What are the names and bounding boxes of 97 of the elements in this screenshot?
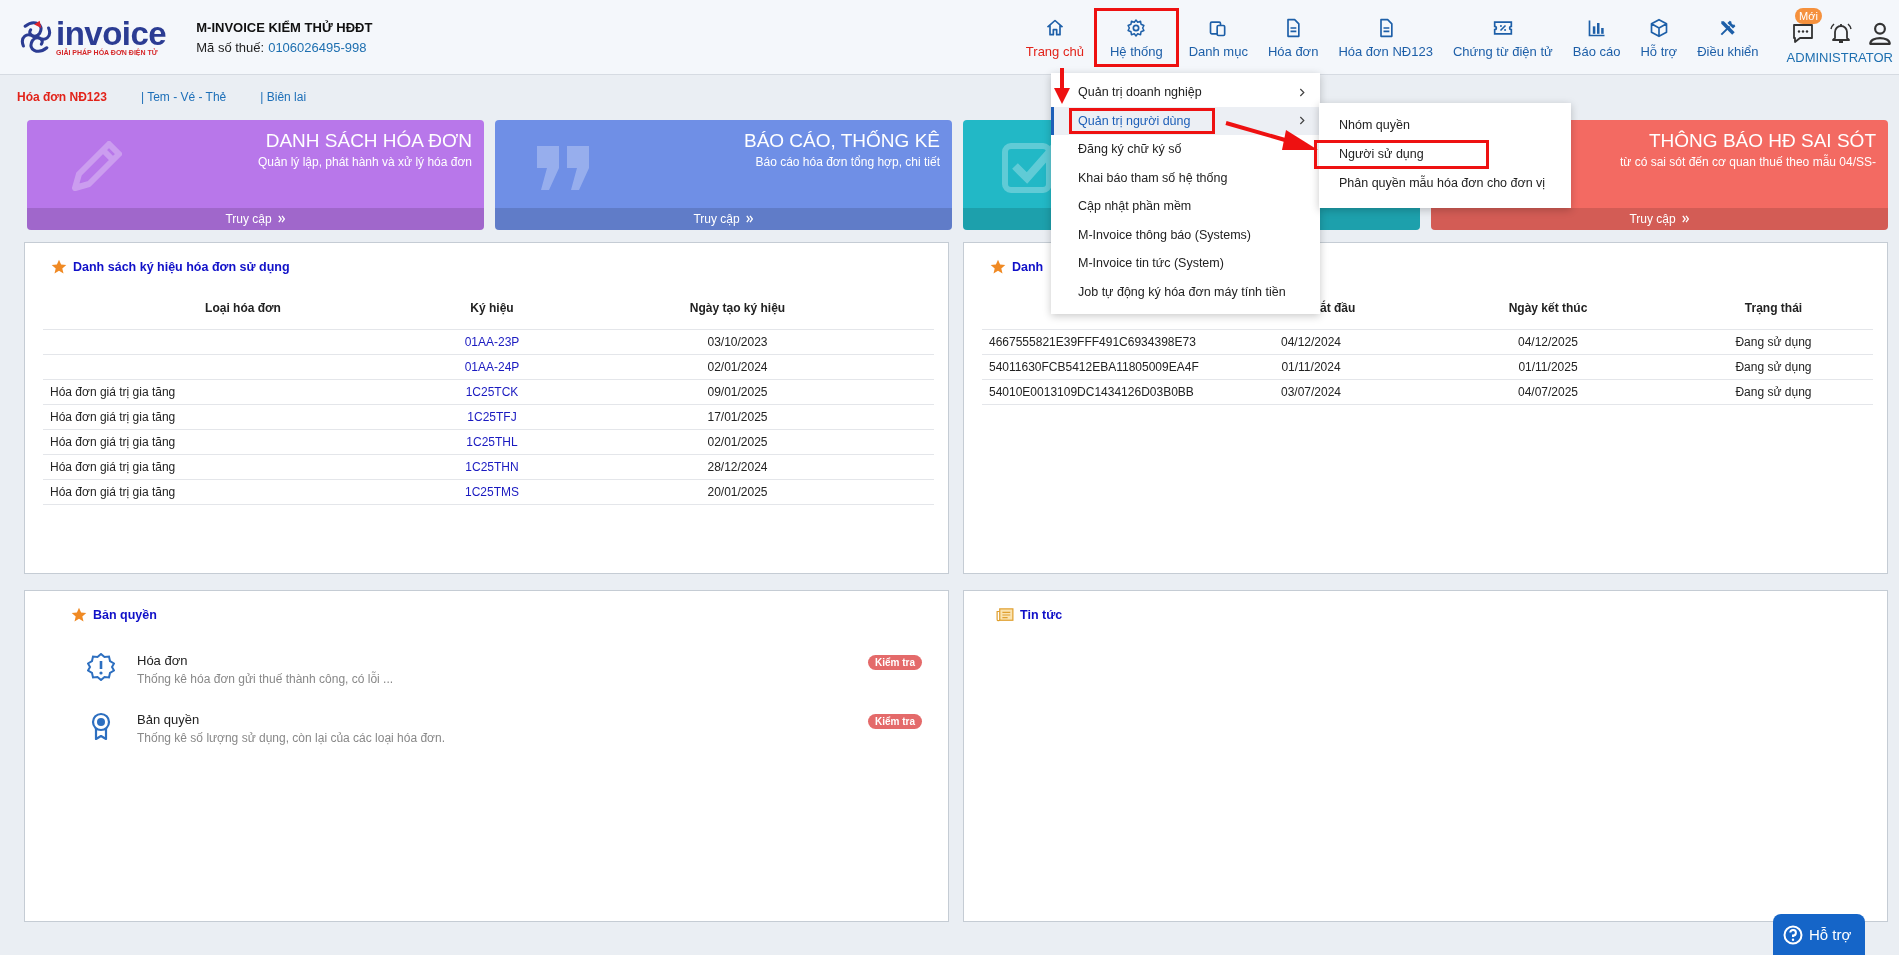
sub-tab[interactable]: | Biên lai (260, 90, 307, 104)
sub-tab[interactable]: Hóa đơn NĐ123 (17, 90, 107, 104)
item-title: Bản quyền (137, 712, 201, 727)
annotation-arrow (1052, 68, 1072, 104)
panel-title: Danh (1012, 260, 1044, 274)
table-cell: Hóa đơn giá trị gia tăng (43, 380, 443, 405)
logo-wordmark: invoice (56, 18, 167, 49)
table-cell: 04/07/2025 (1422, 380, 1674, 405)
table-cell: 02/01/2024 (541, 355, 934, 380)
nav-item[interactable]: Trang chủ (1017, 9, 1092, 65)
star-icon (990, 259, 1006, 275)
banner-title: BÁO CÁO, THỐNG KÊ (743, 130, 940, 152)
table-cell: Hóa đơn giá trị gia tăng (43, 455, 443, 480)
table-cell: Hóa đơn giá trị gia tăng (43, 430, 443, 455)
table-cell: 03/07/2024 (1200, 380, 1422, 405)
table-cell[interactable]: 1C25THL (443, 430, 541, 455)
double-chevron-icon (277, 215, 286, 223)
question-icon (1783, 924, 1803, 945)
alert-badge-icon (87, 653, 115, 681)
gear-icon (1126, 17, 1147, 38)
access-link[interactable]: Truy cập (1629, 212, 1690, 226)
home-icon (1044, 17, 1065, 38)
access-link[interactable]: Truy cập (693, 212, 754, 226)
cube-icon (1648, 17, 1669, 38)
table-cell: 20/01/2025 (541, 480, 934, 505)
banner-title: THÔNG BÁO HĐ SAI SÓT (1649, 130, 1876, 152)
nav-item[interactable]: Điều khiển (1689, 9, 1767, 65)
menu-item[interactable]: Quản trị doanh nghiệp (1072, 78, 1320, 107)
double-chevron-icon (1681, 215, 1690, 223)
table-cell[interactable]: 1C25TFJ (443, 405, 541, 430)
sub-tab[interactable]: | Tem - Vé - Thẻ (140, 90, 227, 104)
column-header: Ký hiệu (443, 287, 541, 330)
help-button[interactable]: Hỗ trợ (1773, 914, 1866, 955)
table-cell[interactable]: 1C25TCK (443, 380, 541, 405)
company-name: M-INVOICE KIỂM THỬ HĐĐT (196, 19, 373, 35)
star-icon (71, 607, 87, 623)
star-icon (51, 259, 67, 275)
menu-item[interactable]: Đăng ký chữ ký số (1072, 135, 1196, 164)
table-cell[interactable]: 1C25TMS (443, 480, 541, 505)
table-cell[interactable]: 01AA-23P (443, 330, 541, 355)
logo-icon (18, 19, 54, 55)
item-description: Thống kê hóa đơn gửi thuế thành công, có lỗi ... (137, 672, 395, 686)
table-cell: 01/11/2024 (1200, 355, 1422, 380)
nav-item[interactable]: Hóa đơn (1259, 9, 1327, 65)
table-cell: 04/12/2024 (1200, 330, 1422, 355)
column-header: Loại hóa đơn (43, 287, 443, 330)
table-cell: Hóa đơn giá trị gia tăng (43, 480, 443, 505)
bell-icon (1829, 20, 1853, 45)
panel-title: Tin tức (1020, 608, 1063, 622)
table-cell: 09/01/2025 (541, 380, 934, 405)
column-header: Ngày kết thúc (1422, 287, 1674, 330)
item-description: Thống kê số lượng sử dụng, còn lại của các loại hóa đơn. (137, 731, 446, 745)
table-cell: 54011630FCB5412EBA11805009EA4F (982, 355, 1200, 380)
table-cell: Đang sử dụng (1674, 355, 1873, 380)
submenu-item[interactable]: Nhóm quyền (1319, 111, 1571, 140)
panel-title: Bản quyền (93, 608, 157, 622)
table-cell[interactable]: 01AA-24P (443, 355, 541, 380)
new-badge: Mới (1795, 7, 1822, 24)
double-chevron-icon (745, 215, 754, 223)
table-cell: 02/01/2025 (541, 430, 934, 455)
access-link[interactable]: Truy cập (225, 212, 286, 226)
submenu-item[interactable]: Phân quyền mẫu hóa đơn cho đơn vị (1319, 169, 1571, 198)
menu-item[interactable]: Khai báo tham số hệ thống (1072, 163, 1242, 192)
table-cell: 4667555821E39FFF491C6934398E73 (982, 330, 1200, 355)
nav-item[interactable]: Báo cáo (1564, 9, 1629, 65)
menu-item[interactable]: M-Invoice thông báo (Systems) (1072, 220, 1265, 249)
menu-item[interactable]: Quản trị người dùng (1051, 106, 1320, 135)
nav-item[interactable]: Hỗ trợ (1632, 9, 1686, 65)
column-header: Trạng thái (1674, 287, 1873, 330)
menu-item[interactable]: M-Invoice tin tức (System) (1072, 249, 1238, 278)
table-cell: Hóa đơn giá trị gia tăng (43, 405, 443, 430)
table-cell: Đang sử dụng (1674, 380, 1873, 405)
banner-subtitle: Quản lý lập, phát hành và xử lý hóa đơn (257, 155, 472, 169)
newspaper-icon (996, 608, 1014, 622)
tax-code: 0106026495-998 (268, 39, 367, 55)
banner-subtitle: Báo cáo hóa đơn tổng hợp, chi tiết (755, 155, 940, 169)
banner-title: DANH SÁCH HÓA ĐƠN (265, 130, 472, 152)
table-cell: 17/01/2025 (541, 405, 934, 430)
submenu-item[interactable]: Người sử dụng (1314, 140, 1489, 169)
banner-subtitle: từ có sai sót đến cơ quan thuế theo mẫu 04/SS- (1619, 155, 1876, 169)
table-cell: Đang sử dụng (1674, 330, 1873, 355)
nav-item[interactable]: Hệ thống (1095, 9, 1177, 65)
nav-item[interactable]: Danh mục (1180, 9, 1256, 65)
table-cell: 04/12/2025 (1422, 330, 1674, 355)
column-header: Ngày tạo ký hiệu (541, 287, 934, 330)
nav-item[interactable]: Hóa đơn NĐ123 (1330, 9, 1441, 65)
table-cell: 01/11/2025 (1422, 355, 1674, 380)
user-name[interactable]: ADMINISTRATOR (1786, 49, 1893, 65)
table-cell[interactable]: 1C25THN (443, 455, 541, 480)
panel-title: Danh sách ký hiệu hóa đơn sử dụng (73, 260, 290, 274)
nav-item[interactable]: Chứng từ điện tử (1444, 9, 1561, 65)
table-cell: 54010E0013109DC1434126D03B0BB (982, 380, 1200, 405)
menu-item[interactable]: Cập nhật phần mềm (1072, 192, 1206, 221)
item-title: Hóa đơn (137, 653, 189, 668)
tax-label: Mã số thuế: (196, 39, 265, 55)
table-cell: 28/12/2024 (541, 455, 934, 480)
table-cell: 03/10/2023 (541, 330, 934, 355)
